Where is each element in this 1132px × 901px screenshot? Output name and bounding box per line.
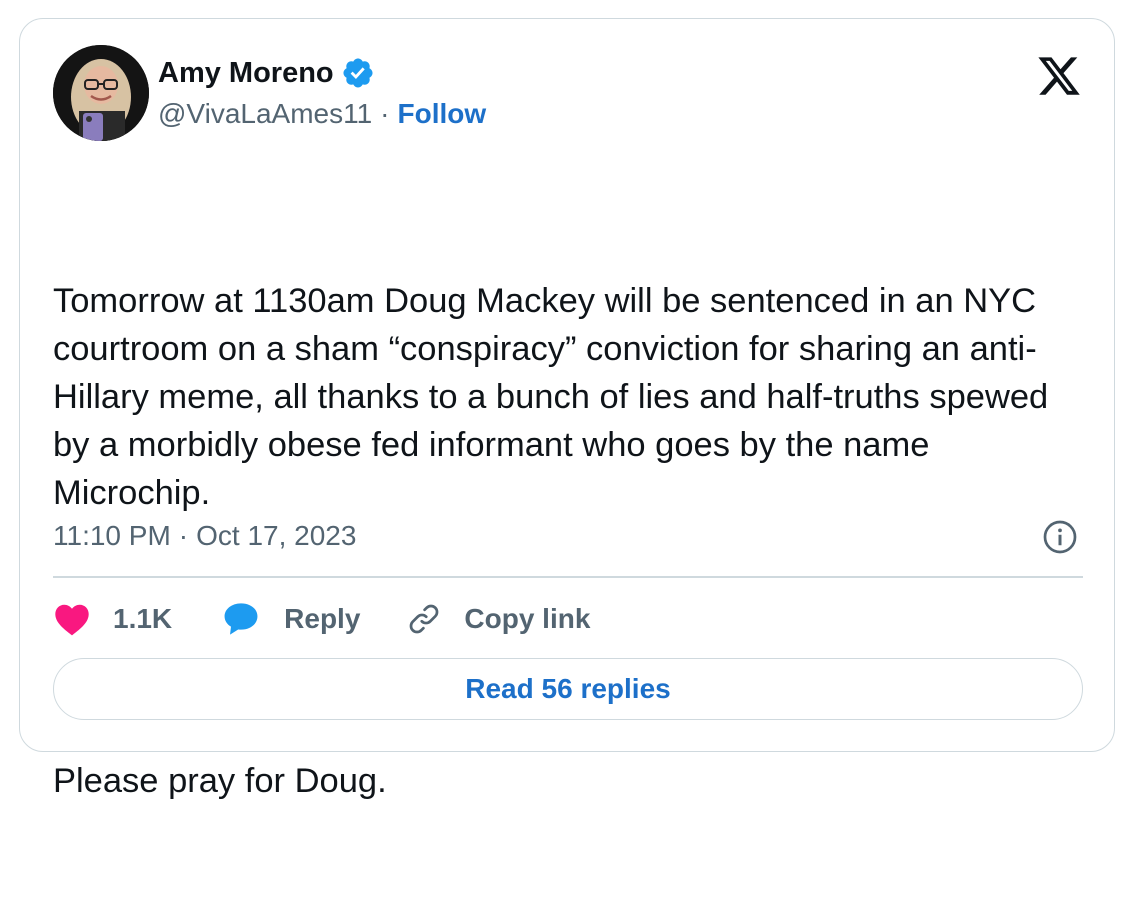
like-button[interactable]: 1.1K — [53, 602, 172, 636]
tweet-date: Oct 17, 2023 — [196, 520, 357, 551]
copy-link-label: Copy link — [464, 603, 591, 634]
tweet-timestamp[interactable]: 11:10 PM · Oct 17, 2023 — [53, 517, 356, 555]
read-replies-label: Read 56 replies — [465, 673, 671, 704]
like-count: 1.1K — [113, 603, 173, 634]
link-icon — [406, 601, 442, 637]
author-handle[interactable]: @VivaLaAmes11 — [158, 98, 372, 130]
copy-link-button[interactable]: Copy link — [406, 601, 590, 637]
tweet-paragraph-1: Tomorrow at 1130am Doug Mackey will be s… — [53, 282, 1058, 512]
speech-bubble-icon — [222, 601, 260, 637]
avatar[interactable] — [53, 45, 149, 141]
author-name-row: Amy Moreno — [158, 53, 375, 93]
verified-badge-icon — [341, 56, 375, 90]
tweet-card: Amy Moreno @VivaLaAmes11 · Follow Tomorr… — [19, 18, 1115, 800]
reply-button[interactable]: Reply — [222, 601, 360, 637]
x-logo-icon[interactable] — [1036, 53, 1082, 99]
follow-link[interactable]: Follow — [398, 98, 487, 130]
divider — [53, 576, 1083, 578]
author-handle-row: @VivaLaAmes11 · Follow — [158, 95, 486, 133]
tweet-paragraph-2: Please pray for Doug. — [53, 762, 387, 800]
tweet-time: 11:10 PM — [53, 520, 171, 551]
timestamp-separator: · — [178, 520, 189, 551]
info-icon[interactable] — [1042, 519, 1078, 555]
avatar-image — [53, 45, 149, 141]
read-replies-button[interactable]: Read 56 replies — [53, 658, 1083, 720]
reply-label: Reply — [284, 603, 361, 634]
handle-separator: · — [380, 98, 390, 129]
action-bar: 1.1K Reply Copy link — [53, 597, 590, 641]
heart-icon — [53, 602, 91, 636]
author-display-name[interactable]: Amy Moreno — [158, 57, 334, 90]
